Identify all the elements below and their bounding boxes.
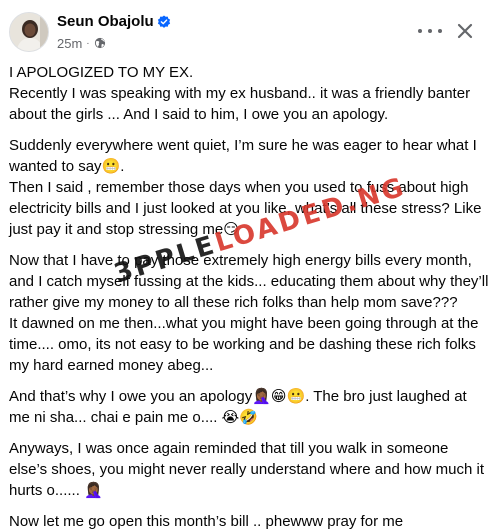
- avatar-photo: [10, 13, 48, 51]
- globe-icon[interactable]: [94, 37, 106, 49]
- post-meta: 25m ·: [57, 35, 106, 51]
- post-paragraph: Now let me go open this month’s bill .. …: [9, 513, 404, 530]
- avatar[interactable]: [9, 12, 49, 52]
- post-header: Seun Obajolu 25m ·: [0, 0, 495, 60]
- verified-badge-icon: [157, 15, 171, 28]
- post-paragraph: And that’s why I owe you an apology🤦🏾‍♀️…: [9, 388, 467, 426]
- post-body: I APOLOGIZED TO MY EX. Recently I was sp…: [9, 62, 489, 532]
- post-time[interactable]: 25m: [57, 36, 82, 51]
- close-icon[interactable]: [455, 21, 475, 41]
- facebook-post: Seun Obajolu 25m · I APOLOGIZED TO MY EX…: [0, 0, 495, 532]
- author-name[interactable]: Seun Obajolu: [57, 13, 154, 31]
- post-paragraph: Suddenly everywhere went quiet, I’m sure…: [9, 137, 482, 238]
- post-paragraph: Now that I have to pay those extremely h…: [9, 252, 489, 374]
- meta-separator: ·: [86, 37, 90, 49]
- post-paragraph: Anyways, I was once again reminded that …: [9, 440, 484, 499]
- post-paragraph: I APOLOGIZED TO MY EX. Recently I was sp…: [9, 64, 471, 123]
- more-options-icon[interactable]: [418, 22, 442, 40]
